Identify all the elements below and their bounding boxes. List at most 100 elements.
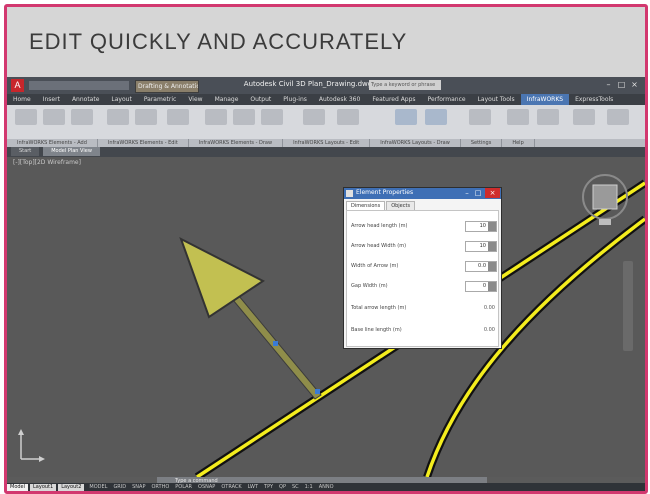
- element-properties-dialog: Element Properties – □ × Dimensions Objec…: [343, 187, 502, 349]
- status-toggle[interactable]: MODEL: [86, 483, 110, 491]
- ribbon-tool-icon[interactable]: [607, 109, 629, 125]
- ribbon-tab[interactable]: Annotate: [66, 94, 105, 105]
- ribbon-panel-title[interactable]: InfraWORKS Elements - Draw: [189, 139, 284, 147]
- ribbon-tab[interactable]: InfraWORKS: [520, 94, 570, 105]
- ribbon-tool-icon[interactable]: [71, 109, 93, 125]
- document-tab[interactable]: Model Plan View: [43, 147, 100, 156]
- quick-access-toolbar[interactable]: [29, 81, 129, 90]
- dialog-tab-bar: Dimensions Objects: [346, 201, 416, 210]
- layout-tab[interactable]: Model: [7, 484, 29, 491]
- property-row: Base line length (m) 0.00: [351, 325, 497, 335]
- drawing-viewport[interactable]: [-][Top][2D Wireframe] Element Propertie…: [7, 157, 645, 477]
- spinner-icon[interactable]: [488, 222, 496, 231]
- ribbon-tool-icon[interactable]: [469, 109, 491, 125]
- status-toggle[interactable]: LWT: [245, 483, 261, 491]
- minimize-icon[interactable]: –: [603, 80, 614, 90]
- ribbon-tool-icon[interactable]: [205, 109, 227, 125]
- ribbon-tab[interactable]: Plug-ins: [277, 94, 313, 105]
- dialog-tab[interactable]: Dimensions: [346, 201, 386, 210]
- workspace-select[interactable]: Drafting & Annotation: [135, 80, 199, 93]
- status-toggle[interactable]: SNAP: [129, 483, 148, 491]
- dialog-app-icon: [346, 190, 353, 197]
- ribbon-tab[interactable]: Layout Tools: [472, 94, 521, 105]
- ribbon-tab[interactable]: Output: [244, 94, 277, 105]
- status-toggle[interactable]: OTRACK: [218, 483, 244, 491]
- ribbon-panel-title[interactable]: InfraWORKS Layouts - Draw: [370, 139, 461, 147]
- ribbon-tool-icon[interactable]: [507, 109, 529, 125]
- ribbon-tab[interactable]: View: [182, 94, 208, 105]
- ribbon-tab[interactable]: ExpressTools: [569, 94, 619, 105]
- ribbon-tab[interactable]: Parametric: [138, 94, 183, 105]
- ribbon-tool-icon[interactable]: [107, 109, 129, 125]
- ribbon-panel-title[interactable]: InfraWORKS Elements - Add: [7, 139, 98, 147]
- property-row: Gap Width (m) 0: [351, 281, 497, 292]
- ribbon-tool-icon[interactable]: [573, 109, 595, 125]
- ribbon-tab[interactable]: Performance: [422, 94, 472, 105]
- status-toggle[interactable]: 1:1: [302, 483, 316, 491]
- ribbon-tab[interactable]: Manage: [209, 94, 245, 105]
- property-spin-input[interactable]: 0: [465, 281, 497, 292]
- status-toggle[interactable]: POLAR: [172, 483, 195, 491]
- arrow-grip[interactable]: [315, 389, 320, 394]
- ribbon-panel-title[interactable]: InfraWORKS Layouts - Edit: [283, 139, 371, 147]
- ribbon-tool-icon[interactable]: [425, 109, 447, 125]
- app-titlebar: A Drafting & Annotation Autodesk Civil 3…: [7, 77, 645, 94]
- property-spin-input[interactable]: 10: [465, 221, 497, 232]
- property-spin-input[interactable]: 0.0: [465, 261, 497, 272]
- property-value: 0.0: [478, 263, 486, 269]
- status-toggle[interactable]: ANNO: [316, 483, 337, 491]
- status-toggle[interactable]: OSNAP: [195, 483, 218, 491]
- dialog-titlebar[interactable]: Element Properties – □ ×: [344, 188, 501, 199]
- arrow-head[interactable]: [179, 236, 265, 319]
- ribbon-tool-icon[interactable]: [167, 109, 189, 125]
- document-tab-bar: Start Model Plan View: [7, 147, 645, 157]
- ribbon-tool-icon[interactable]: [43, 109, 65, 125]
- ribbon-tab[interactable]: Featured Apps: [366, 94, 421, 105]
- ribbon-panel-title[interactable]: InfraWORKS Elements - Edit: [98, 139, 189, 147]
- spinner-icon[interactable]: [488, 242, 496, 251]
- ribbon-tool-icon[interactable]: [395, 109, 417, 125]
- maximize-icon[interactable]: □: [616, 80, 627, 90]
- status-bar: Model Layout1 Layout2 MODEL GRID SNAP ORTHO POL…: [7, 483, 645, 491]
- dialog-tab[interactable]: Objects: [386, 201, 416, 210]
- dialog-maximize-icon[interactable]: □: [473, 188, 483, 198]
- status-toggle[interactable]: TPY: [261, 483, 276, 491]
- ribbon-tab[interactable]: Layout: [105, 94, 137, 105]
- ribbon-tool-icon[interactable]: [303, 109, 325, 125]
- ribbon-tool-icon[interactable]: [233, 109, 255, 125]
- ribbon-panel-area: [7, 105, 645, 139]
- ribbon-tab[interactable]: Autodesk 360: [313, 94, 366, 105]
- status-toggle[interactable]: SC: [289, 483, 302, 491]
- ribbon-tab[interactable]: Home: [7, 94, 37, 105]
- ribbon-tool-icon[interactable]: [261, 109, 283, 125]
- property-value: 10: [479, 223, 486, 229]
- dialog-title: Element Properties: [356, 189, 414, 196]
- ribbon-panel-title[interactable]: Settings: [461, 139, 503, 147]
- document-title: Autodesk Civil 3D Plan_Drawing.dwg: [243, 80, 373, 88]
- status-toggle[interactable]: ORTHO: [148, 483, 172, 491]
- document-tab[interactable]: Start: [11, 147, 40, 156]
- layout-tab[interactable]: Layout2: [58, 484, 85, 491]
- app-logo-icon[interactable]: A: [11, 79, 24, 92]
- property-spin-input[interactable]: 10: [465, 241, 497, 252]
- property-value: 10: [479, 243, 486, 249]
- close-window-icon[interactable]: ×: [629, 80, 640, 90]
- layout-tab[interactable]: Layout1: [30, 484, 57, 491]
- ribbon-tool-icon[interactable]: [337, 109, 359, 125]
- spinner-icon[interactable]: [488, 262, 496, 271]
- navigation-bar[interactable]: [623, 261, 633, 351]
- arrow-grip[interactable]: [273, 341, 278, 346]
- dialog-minimize-icon[interactable]: –: [462, 188, 472, 198]
- ribbon-tool-icon[interactable]: [537, 109, 559, 125]
- ribbon-panel-title[interactable]: Help: [502, 139, 535, 147]
- ribbon-tab[interactable]: Insert: [37, 94, 66, 105]
- ucs-icon: [18, 429, 45, 462]
- ribbon-tool-icon[interactable]: [15, 109, 37, 125]
- ribbon-tool-icon[interactable]: [135, 109, 157, 125]
- arrow-shaft[interactable]: [232, 295, 322, 400]
- status-toggle[interactable]: QP: [276, 483, 289, 491]
- status-toggle[interactable]: GRID: [110, 483, 129, 491]
- search-input[interactable]: Type a keyword or phrase: [369, 80, 441, 90]
- dialog-close-icon[interactable]: ×: [485, 188, 500, 198]
- spinner-icon[interactable]: [488, 282, 496, 291]
